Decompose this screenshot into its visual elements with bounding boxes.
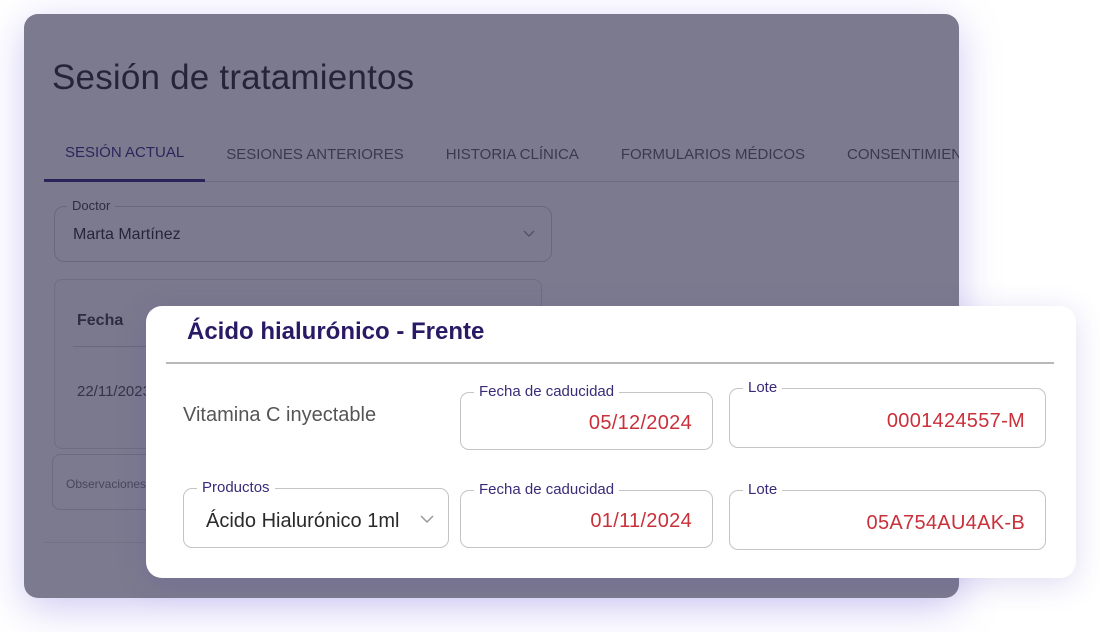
tab-consentimientos[interactable]: CONSENTIMIENTOS xyxy=(826,126,959,182)
tab-sesiones-anteriores[interactable]: SESIONES ANTERIORES xyxy=(205,126,425,182)
lot-value: 05A754AU4AK-B xyxy=(866,512,1025,534)
products-select-label: Productos xyxy=(197,479,275,496)
expiry-date-value: 01/11/2024 xyxy=(590,510,692,532)
chevron-down-icon xyxy=(418,511,436,532)
tab-historia-clinica[interactable]: HISTORIA CLÍNICA xyxy=(425,126,600,182)
column-header-fecha: Fecha xyxy=(77,312,124,329)
modal-divider xyxy=(166,362,1054,364)
observations-placeholder: Observaciones xyxy=(66,477,147,491)
lot-field[interactable]: Lote 05A754AU4AK-B xyxy=(729,481,1046,550)
expiry-date-label: Fecha de caducidad xyxy=(474,481,620,498)
products-select-value: Ácido Hialurónico 1ml xyxy=(206,510,400,532)
doctor-select-label: Doctor xyxy=(67,198,116,213)
doctor-select-value: Marta Martínez xyxy=(73,226,181,243)
expiry-date-field[interactable]: Fecha de caducidad 01/11/2024 xyxy=(460,481,713,548)
page-title: Sesión de tratamientos xyxy=(52,58,415,97)
expiry-date-label: Fecha de caducidad xyxy=(474,383,620,400)
lot-label: Lote xyxy=(743,481,783,498)
product-name-text: Vitamina C inyectable xyxy=(183,404,377,426)
chevron-down-icon xyxy=(521,225,537,246)
expiry-date-field[interactable]: Fecha de caducidad 05/12/2024 xyxy=(460,383,713,450)
lot-field[interactable]: Lote 0001424557-M xyxy=(729,379,1046,448)
lot-label: Lote xyxy=(743,379,783,396)
table-cell-date: 22/11/2023 xyxy=(77,383,151,400)
doctor-select[interactable]: Doctor Marta Martínez xyxy=(54,198,552,262)
treatment-modal: Ácido hialurónico - Frente Vitamina C in… xyxy=(146,306,1076,578)
tab-sesion-actual[interactable]: SESIÓN ACTUAL xyxy=(44,126,206,182)
modal-title: Ácido hialurónico - Frente xyxy=(187,318,485,345)
tab-bar: SESIÓN ACTUAL SESIONES ANTERIORES HISTOR… xyxy=(44,126,959,182)
lot-value: 0001424557-M xyxy=(886,410,1025,432)
products-select[interactable]: Productos Ácido Hialurónico 1ml xyxy=(183,479,449,548)
tab-formularios-medicos[interactable]: FORMULARIOS MÉDICOS xyxy=(600,126,826,182)
expiry-date-value: 05/12/2024 xyxy=(588,412,692,434)
